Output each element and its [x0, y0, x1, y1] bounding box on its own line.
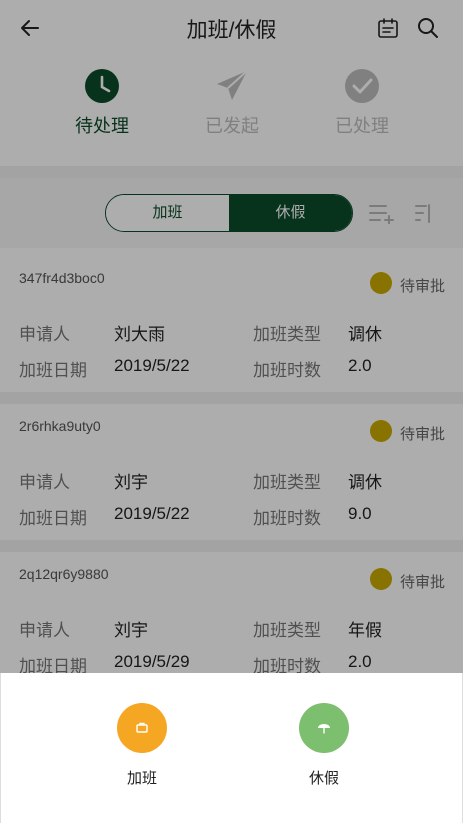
apply-overtime-button[interactable]: 加班	[92, 703, 192, 788]
leave-action-label: 休假	[308, 770, 339, 787]
action-sheet: 加班 休假	[0, 673, 463, 823]
umbrella-icon	[318, 724, 330, 734]
modal-backdrop[interactable]	[0, 0, 463, 673]
app: 加班/休假 待处理 已发起 已处理 加班 休假 347fr4d3boc0 待审批…	[0, 0, 463, 823]
leave-action-circle	[299, 703, 349, 753]
apply-leave-button[interactable]: 休假	[274, 703, 374, 788]
overtime-action-label: 加班	[126, 770, 157, 787]
briefcase-icon	[136, 722, 148, 733]
overtime-action-circle	[117, 703, 167, 753]
